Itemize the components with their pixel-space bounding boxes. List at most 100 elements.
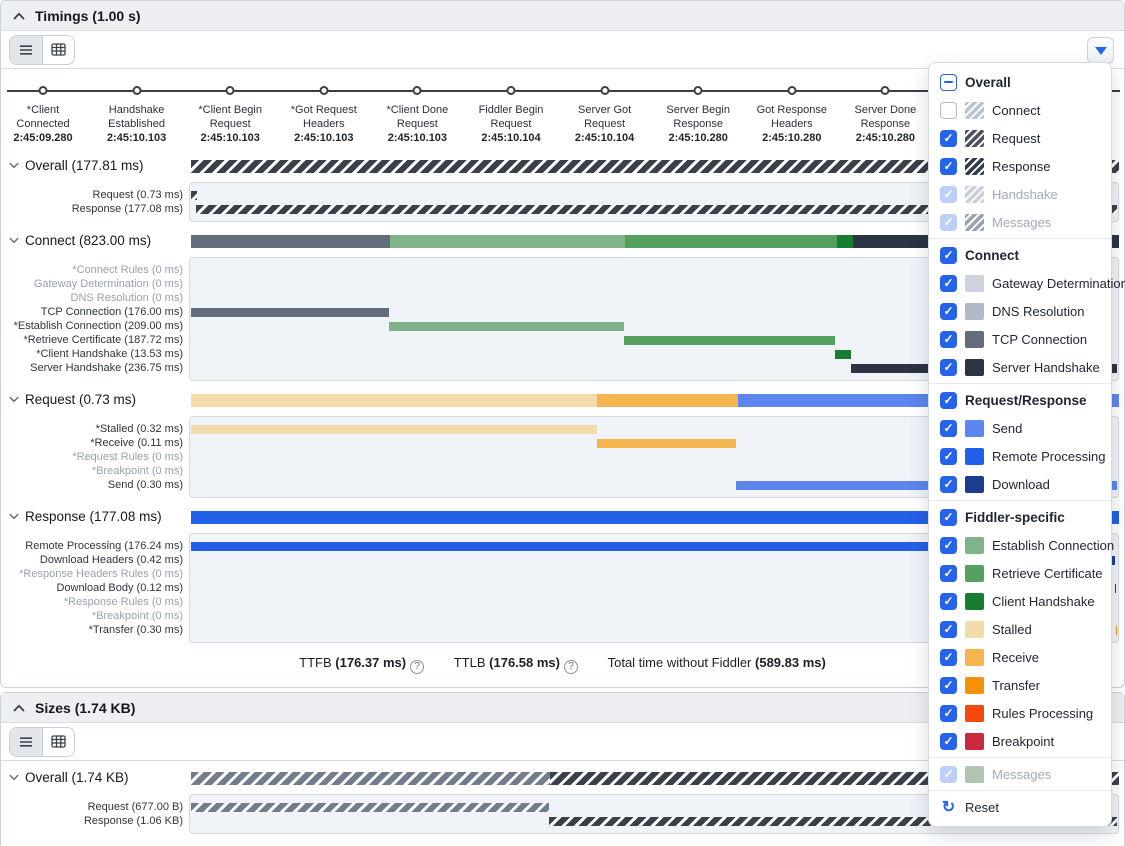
- list-view-button[interactable]: [10, 728, 42, 756]
- group-label: Request (0.73 ms): [9, 392, 136, 407]
- checkbox-checked[interactable]: [940, 565, 957, 582]
- timings-section-header[interactable]: Timings (1.00 s): [1, 1, 1124, 31]
- timing-bar-segment: [390, 235, 626, 248]
- question-circle-icon[interactable]: ?: [564, 660, 578, 674]
- checkbox-checked[interactable]: [940, 275, 957, 292]
- filter-menu-item[interactable]: TCP Connection: [929, 325, 1111, 353]
- reset-menu-item[interactable]: ↻Reset: [929, 793, 1111, 821]
- filter-menu-item[interactable]: Messages: [929, 208, 1111, 236]
- checkbox-checked[interactable]: [940, 593, 957, 610]
- table-view-button[interactable]: [42, 728, 74, 756]
- chevron-down-icon: [9, 162, 19, 169]
- list-view-button[interactable]: [10, 36, 42, 64]
- filter-menu-item[interactable]: Breakpoint: [929, 727, 1111, 755]
- sizes-title: Sizes (1.74 KB): [35, 700, 135, 716]
- timeline-dot-icon: [600, 86, 609, 95]
- filter-menu-item[interactable]: Handshake: [929, 180, 1111, 208]
- menu-item-label: Fiddler-specific: [965, 510, 1065, 525]
- filter-menu-item[interactable]: Receive: [929, 643, 1111, 671]
- checkbox-checked[interactable]: [940, 509, 957, 526]
- filter-menu-item[interactable]: Request/Response: [929, 386, 1111, 414]
- filter-menu-item[interactable]: Retrieve Certificate: [929, 559, 1111, 587]
- menu-item-label: Request/Response: [965, 393, 1087, 408]
- checkbox-checked[interactable]: [940, 186, 957, 203]
- menu-item-label: Messages: [992, 767, 1051, 782]
- checkbox-checked[interactable]: [940, 359, 957, 376]
- menu-item-label: Request: [992, 131, 1040, 146]
- checkbox-checked[interactable]: [940, 649, 957, 666]
- timing-bar-segment: [191, 772, 550, 785]
- menu-divider: [929, 500, 1111, 501]
- checkbox-checked[interactable]: [940, 537, 957, 554]
- timing-row-label: Remote Processing (176.24 ms): [25, 540, 183, 552]
- filter-menu-item[interactable]: Request: [929, 124, 1111, 152]
- filter-menu-item[interactable]: Remote Processing: [929, 442, 1111, 470]
- filter-button[interactable]: [1087, 37, 1114, 64]
- checkbox-checked[interactable]: [940, 476, 957, 493]
- table-icon: [51, 735, 66, 748]
- filter-menu-item[interactable]: Connect: [929, 241, 1111, 269]
- question-circle-icon[interactable]: ?: [410, 660, 424, 674]
- menu-item-label: Reset: [965, 800, 999, 815]
- filter-menu-item[interactable]: Fiddler-specific: [929, 503, 1111, 531]
- checkbox-unchecked[interactable]: [940, 102, 957, 119]
- filter-menu-item[interactable]: Response: [929, 152, 1111, 180]
- checkbox-checked[interactable]: [940, 621, 957, 638]
- filter-menu-item[interactable]: Transfer: [929, 671, 1111, 699]
- filter-menu-item[interactable]: Client Handshake: [929, 587, 1111, 615]
- menu-item-label: Handshake: [992, 187, 1058, 202]
- group-label: Overall (177.81 ms): [9, 158, 144, 173]
- filter-menu-item[interactable]: Server Handshake: [929, 353, 1111, 381]
- checkbox-checked[interactable]: [940, 705, 957, 722]
- filter-menu-item[interactable]: DNS Resolution: [929, 297, 1111, 325]
- filter-menu-item[interactable]: Download: [929, 470, 1111, 498]
- filter-triangle-icon: [1095, 47, 1107, 55]
- filter-menu-item[interactable]: Connect: [929, 96, 1111, 124]
- filter-menu-item[interactable]: Overall: [929, 68, 1111, 96]
- checkbox-indeterminate[interactable]: [940, 74, 957, 91]
- menu-item-label: Stalled: [992, 622, 1032, 637]
- timeline-dot-icon: [39, 86, 48, 95]
- menu-divider: [929, 757, 1111, 758]
- filter-menu-item[interactable]: Establish Connection: [929, 531, 1111, 559]
- group-label: Overall (1.74 KB): [9, 770, 129, 785]
- checkbox-checked[interactable]: [940, 130, 957, 147]
- checkbox-checked[interactable]: [940, 677, 957, 694]
- checkbox-checked[interactable]: [940, 766, 957, 783]
- menu-item-label: Retrieve Certificate: [992, 566, 1103, 581]
- color-swatch: [965, 158, 984, 175]
- timing-bar-segment: [835, 350, 851, 359]
- timing-bar-segment: [389, 322, 624, 331]
- timing-bar-segment: [597, 394, 737, 407]
- timing-row-label: Request (677.00 B): [88, 801, 183, 813]
- checkbox-checked[interactable]: [940, 331, 957, 348]
- menu-divider: [929, 383, 1111, 384]
- timeline-event-name: *Got Request Headers: [281, 103, 367, 132]
- timeline-dot-icon: [507, 86, 516, 95]
- timing-bar-segment: [191, 803, 549, 812]
- table-view-button[interactable]: [42, 36, 74, 64]
- fiddler-timings-page: Timings (1.00 s) *Client Connected2:45:0…: [0, 0, 1125, 846]
- checkbox-checked[interactable]: [940, 733, 957, 750]
- timeline-marker: Server Got Request2:45:10.104: [562, 77, 648, 144]
- filter-menu-item[interactable]: Send: [929, 414, 1111, 442]
- filter-menu-item[interactable]: Messages: [929, 760, 1111, 788]
- timing-row-label: Response (1.06 KB): [84, 815, 183, 827]
- checkbox-checked[interactable]: [940, 158, 957, 175]
- checkbox-checked[interactable]: [940, 420, 957, 437]
- checkbox-checked[interactable]: [940, 247, 957, 264]
- timing-row-label: *Breakpoint (0 ms): [92, 465, 183, 477]
- filter-menu-item[interactable]: Gateway Determination: [929, 269, 1111, 297]
- timeline-marker: Fiddler Begin Request2:45:10.104: [468, 77, 554, 144]
- filter-menu-item[interactable]: Rules Processing: [929, 699, 1111, 727]
- filter-menu-item[interactable]: Stalled: [929, 615, 1111, 643]
- checkbox-checked[interactable]: [940, 392, 957, 409]
- checkbox-checked[interactable]: [940, 448, 957, 465]
- timeline-event-name: Handshake Established: [94, 103, 180, 132]
- checkbox-checked[interactable]: [940, 303, 957, 320]
- checkbox-checked[interactable]: [940, 214, 957, 231]
- ttfb-metric: TTFB (176.37 ms)?: [299, 655, 424, 670]
- timings-title: Timings (1.00 s): [35, 8, 141, 24]
- timing-row-label: Response (177.08 ms): [72, 203, 183, 215]
- color-swatch: [965, 677, 984, 694]
